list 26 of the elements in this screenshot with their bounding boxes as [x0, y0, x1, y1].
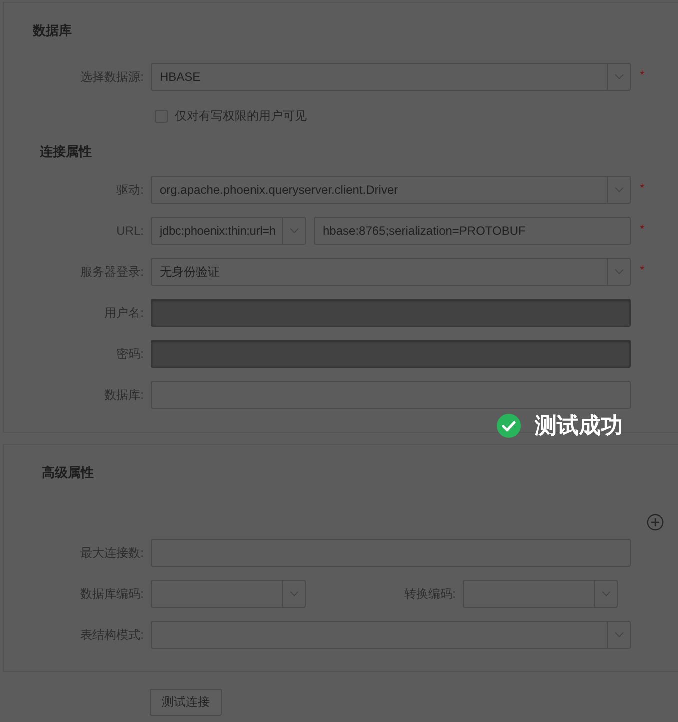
input-field[interactable]: hbase:8765;serialization=PROTOBUF [314, 217, 631, 245]
required-mark: * [640, 222, 645, 236]
section-title: 数据库 [33, 23, 72, 39]
section-title: 连接属性 [40, 144, 92, 160]
chevron-down-icon [614, 632, 624, 638]
required-mark: * [640, 181, 645, 195]
select-field[interactable]: org.apache.phoenix.queryserver.client.Driver [151, 176, 631, 204]
add-icon[interactable] [647, 514, 664, 531]
success-message: 测试成功 [535, 412, 623, 440]
chevron-down-icon [614, 269, 624, 275]
test-connection-button[interactable]: 测试连接 [150, 689, 222, 716]
required-mark: * [640, 263, 645, 277]
chevron-down-icon [290, 591, 298, 597]
chevron-down-icon [602, 591, 610, 597]
select-field[interactable] [151, 580, 306, 608]
check-icon [497, 414, 521, 438]
chevron-down-icon [614, 187, 624, 193]
required-mark: * [640, 68, 645, 82]
select-field[interactable]: 无身份验证 [151, 258, 631, 286]
chevron-down-icon [290, 228, 298, 234]
chevron-down-icon [614, 74, 624, 80]
section-title: 高级属性 [42, 465, 94, 481]
select-field[interactable]: jdbc:phoenix:thin:url=h [151, 217, 306, 245]
datasource-select[interactable]: HBASE [151, 63, 631, 91]
select-field[interactable] [463, 580, 618, 608]
select-field[interactable] [151, 621, 631, 649]
